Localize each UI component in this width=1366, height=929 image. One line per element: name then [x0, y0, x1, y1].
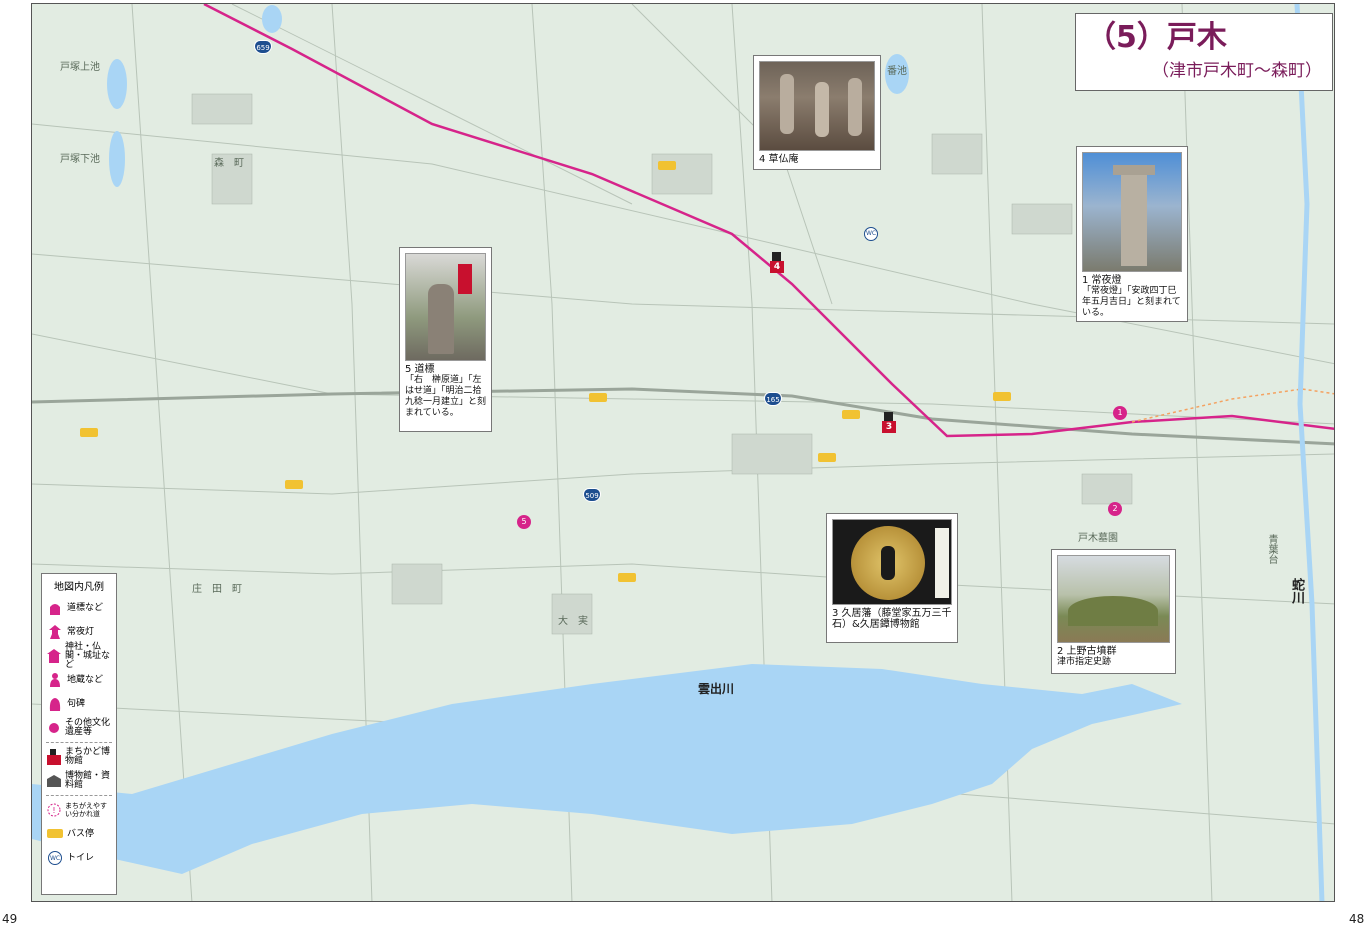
- signpost-icon: [46, 599, 64, 617]
- flag-icon: [884, 412, 893, 421]
- page-title: （5）戸木: [1086, 20, 1227, 55]
- bus-stop[interactable]: [618, 573, 636, 582]
- bus-icon: [46, 825, 64, 843]
- card-title: 1 常夜燈: [1082, 275, 1122, 286]
- pond-north: [262, 5, 282, 33]
- legend-item-museum: 博物館・資料館: [46, 769, 112, 793]
- card-text: 「右 榊原道」「左はせ道」「明治二拾九稔一月建立」と刻まれている。: [405, 375, 487, 418]
- card-title: 2 上野古墳群: [1057, 646, 1117, 657]
- place-label-hebura-cemetery: 戸木墓園: [1078, 533, 1118, 544]
- map-area[interactable]: 戸塚上池 戸塚下池 森 町 庄 田 町 番池 大 実 戸木墓園 青葉台 659 …: [31, 3, 1335, 902]
- svg-text:!: !: [52, 806, 55, 815]
- photo-joyato: [1082, 152, 1182, 272]
- museum-icon: [46, 772, 62, 790]
- card-ueno-kofun[interactable]: 2 上野古墳群 津市指定史跡: [1051, 549, 1176, 674]
- card-text: 「常夜燈」「安政四丁巳年五月吉日」と刻まれている。: [1082, 286, 1181, 318]
- legend-item-jizo: 地蔵など: [46, 668, 112, 692]
- river-label-kumozu: 雲出川: [698, 682, 735, 696]
- legend-item-lantern: 常夜灯: [46, 620, 112, 644]
- place-label-tozuka-upper: 戸塚上池: [60, 62, 100, 73]
- photo-dohyo: [405, 253, 486, 361]
- page-number-left: 49: [2, 912, 18, 926]
- machikado-museum-flag-4[interactable]: 4: [770, 252, 784, 274]
- map-legend: 地図内凡例 道標など 常夜灯 神社・仏閣・城址など 地蔵など 句碑 その他文化遺…: [41, 573, 117, 895]
- route-shield-659: 659: [254, 40, 272, 54]
- bus-stop[interactable]: [842, 410, 860, 419]
- shrine-icon: [46, 647, 62, 665]
- legend-item-stone: 句碑: [46, 692, 112, 716]
- place-label-daijitsu: 大 実: [558, 616, 588, 627]
- toilet-icon[interactable]: WC: [864, 227, 878, 241]
- map-page: 戸塚上池 戸塚下池 森 町 庄 田 町 番池 大 実 戸木墓園 青葉台 659 …: [0, 0, 1366, 929]
- bus-stop[interactable]: [589, 393, 607, 402]
- legend-item-signpost: 道標など: [46, 596, 112, 620]
- legend-item-toilet: WC トイレ: [46, 846, 112, 870]
- toilet-icon: WC: [46, 849, 64, 867]
- card-title: 4 草仏庵: [759, 154, 799, 165]
- marker-5[interactable]: 5: [517, 515, 531, 529]
- legend-item-warning: ! まちがえやすい分かれ道: [46, 798, 112, 822]
- flag-number: 3: [882, 421, 896, 433]
- place-label-ban: 番池: [887, 66, 907, 77]
- flag-icon: [46, 748, 62, 766]
- dot-icon: [46, 719, 62, 737]
- place-label-shoda: 庄 田 町: [192, 584, 242, 595]
- legend-divider: [46, 742, 112, 743]
- stone-icon: [46, 695, 64, 713]
- legend-item-shrine: 神社・仏閣・城址など: [46, 642, 112, 669]
- bus-stop[interactable]: [993, 392, 1011, 401]
- bus-stop[interactable]: [285, 480, 303, 489]
- card-hisai-tsuba-museum[interactable]: 3 久居藩（藤堂家五万三千石）&久居鐔博物館: [826, 513, 958, 643]
- card-text: 津市指定史跡: [1057, 657, 1112, 667]
- pond-tozuka-lower: [109, 131, 125, 187]
- photo-kofun: [1057, 555, 1170, 643]
- legend-item-machikado: まちかど博物館: [46, 745, 112, 769]
- river-label-hebi: 蛇川: [1289, 578, 1304, 604]
- machikado-museum-flag-3[interactable]: 3: [882, 412, 896, 434]
- place-label-aobadai: 青葉台: [1266, 534, 1277, 564]
- bus-stop[interactable]: [658, 161, 676, 170]
- hebi-river: [1294, 4, 1325, 901]
- pond-tozuka-upper: [107, 59, 127, 109]
- flag-icon: [772, 252, 781, 261]
- page-number-right: 48: [1349, 912, 1365, 926]
- bus-stop[interactable]: [80, 428, 98, 437]
- flag-number: 4: [770, 261, 784, 273]
- marker-2[interactable]: 2: [1108, 502, 1122, 516]
- card-title: 3 久居藩（藤堂家五万三千石）&久居鐔博物館: [832, 608, 952, 630]
- page-subtitle: （津市戸木町〜森町）: [1152, 61, 1322, 81]
- route-shield-165: 165: [764, 392, 782, 406]
- legend-title: 地図内凡例: [54, 582, 104, 593]
- title-box: （5）戸木 （津市戸木町〜森町）: [1075, 13, 1333, 91]
- main-road: [32, 387, 1334, 446]
- map-base: [32, 4, 1334, 901]
- photo-sobutsuan: [759, 61, 875, 151]
- marker-1[interactable]: 1: [1113, 406, 1127, 420]
- legend-item-other: その他文化遺産等: [46, 716, 112, 740]
- warning-icon: !: [46, 801, 62, 819]
- lantern-icon: [46, 623, 64, 641]
- card-sobutsuan[interactable]: 4 草仏庵: [753, 55, 881, 170]
- legend-divider: [46, 795, 112, 796]
- place-label-tozuka-lower: 戸塚下池: [60, 154, 100, 165]
- route-shield-509: 509: [583, 488, 601, 502]
- legend-item-bus: バス停: [46, 822, 112, 846]
- card-joyato[interactable]: 1 常夜燈 「常夜燈」「安政四丁巳年五月吉日」と刻まれている。: [1076, 146, 1188, 322]
- card-title: 5 道標: [405, 364, 435, 375]
- card-dohyo[interactable]: 5 道標 「右 榊原道」「左はせ道」「明治二拾九稔一月建立」と刻まれている。: [399, 247, 492, 432]
- jizo-icon: [46, 671, 64, 689]
- buildings: [191, 93, 1133, 635]
- bus-stop[interactable]: [818, 453, 836, 462]
- place-label-mori: 森 町: [214, 158, 244, 169]
- photo-tsuba: [832, 519, 952, 605]
- svg-text:WC: WC: [50, 855, 60, 862]
